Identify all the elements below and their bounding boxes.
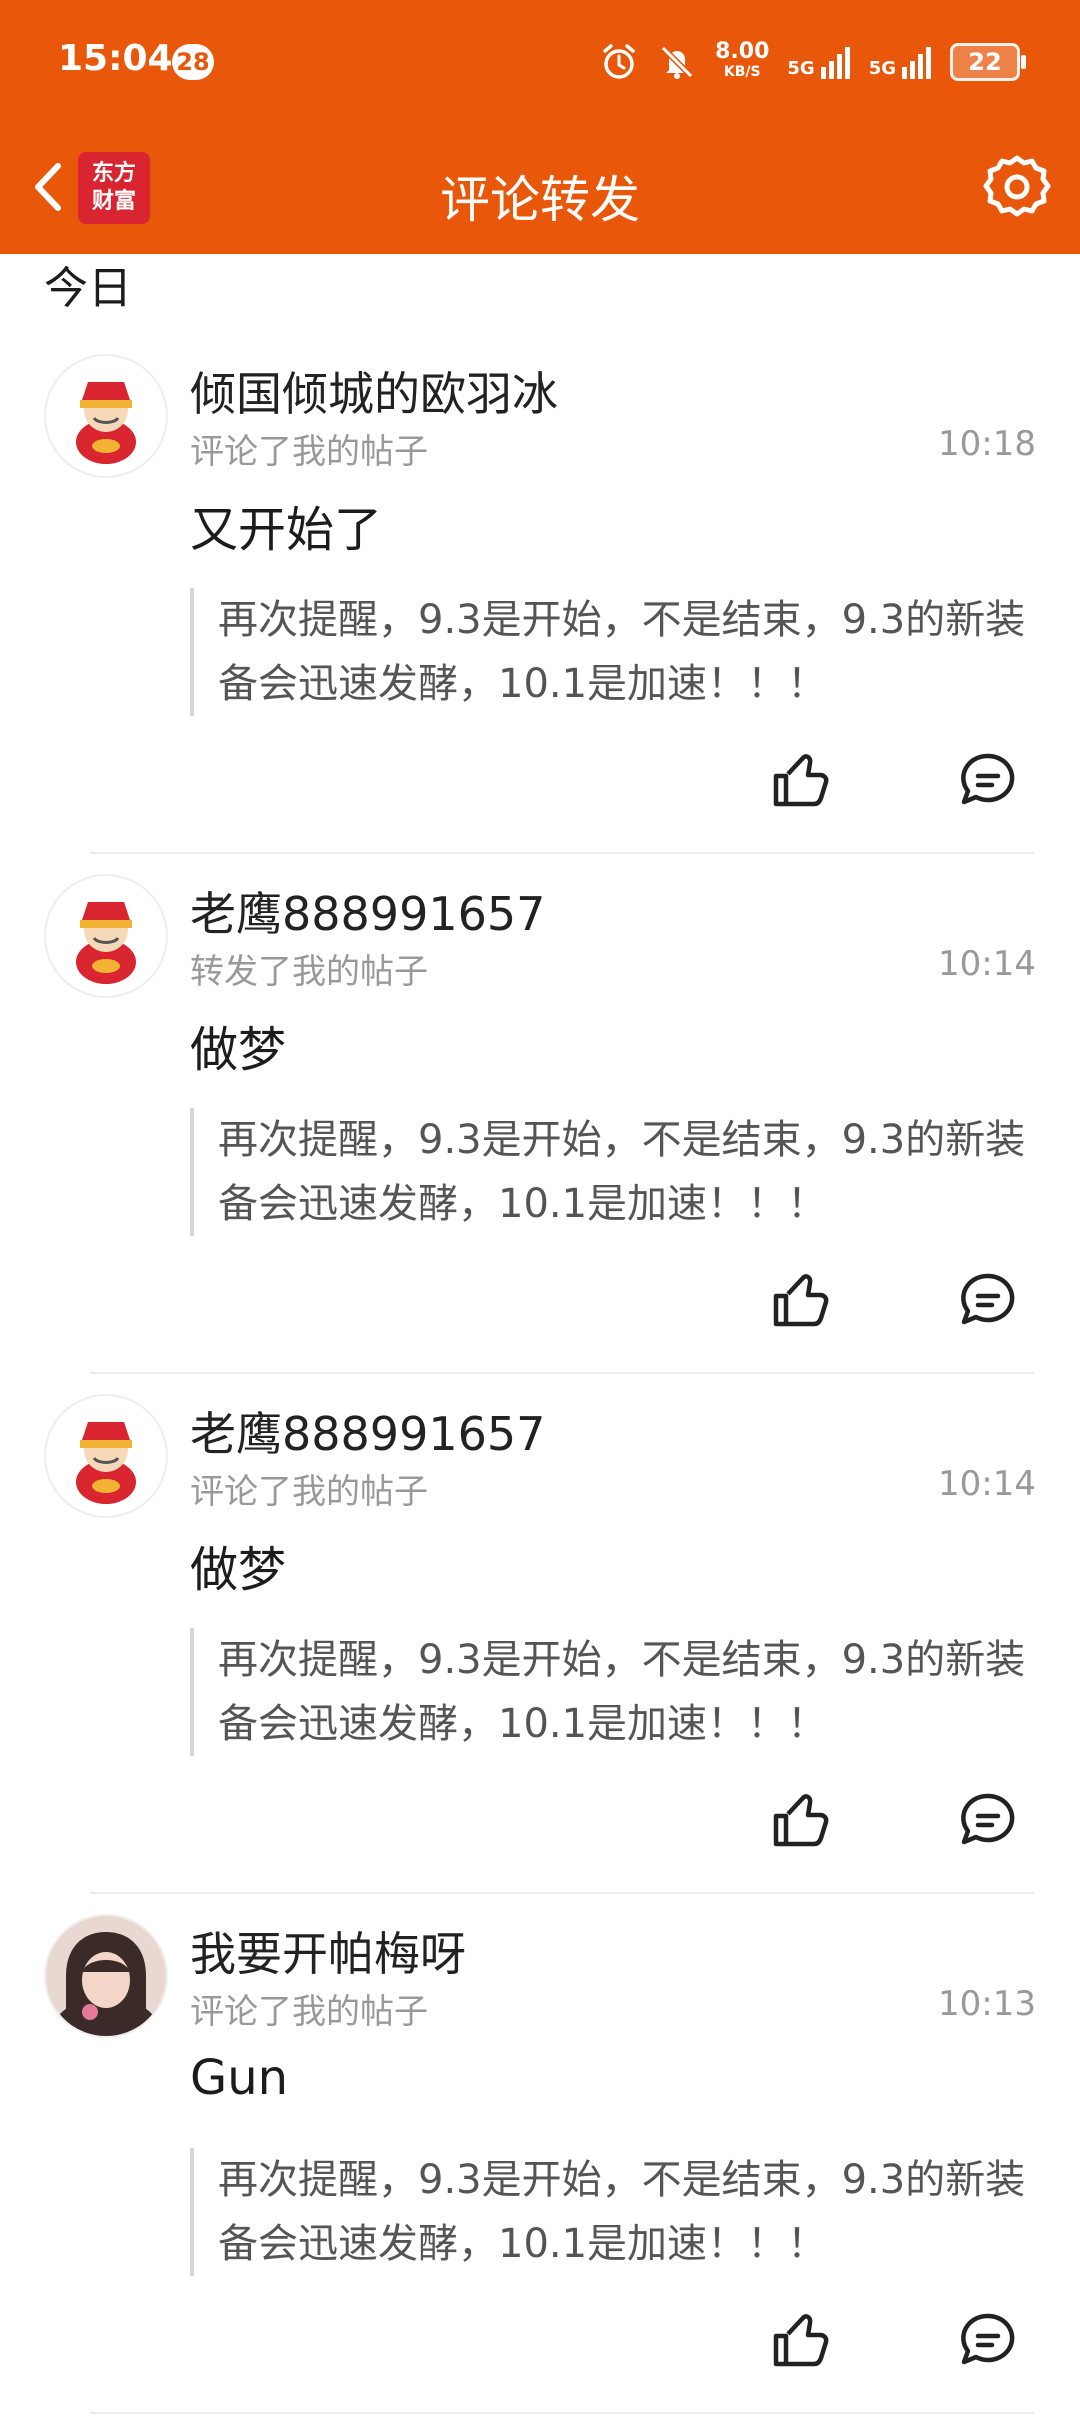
- quoted-post[interactable]: 再次提醒，9.3是开始，不是结束，9.3的新装备会迅速发酵，10.1是加速！！！: [190, 2148, 1038, 2276]
- comment-bubble-icon[interactable]: [958, 750, 1018, 810]
- alarm-icon: [603, 44, 635, 79]
- thumbs-up-icon[interactable]: [770, 750, 830, 810]
- action-text: 评论了我的帖子: [190, 1992, 428, 2032]
- section-label-today: 今日: [44, 263, 132, 314]
- user-name[interactable]: 我要开帕梅呀: [190, 1918, 466, 1984]
- comment-bubble-icon[interactable]: [958, 1270, 1018, 1330]
- timestamp: 10:14: [938, 1464, 1036, 1504]
- page-title: 评论转发: [440, 171, 640, 229]
- status-bar: 15:04 28 8.00 KB/S 5G 5G 22: [0, 0, 1080, 124]
- quoted-post[interactable]: 再次提醒，9.3是开始，不是结束，9.3的新装备会迅速发酵，10.1是加速！！！: [190, 1628, 1038, 1756]
- cartoon-mascot-avatar-icon: [48, 878, 164, 994]
- comment-text[interactable]: Gun: [190, 2050, 288, 2106]
- comment-text[interactable]: 做梦: [190, 1010, 286, 1080]
- cartoon-mascot-avatar-icon: [48, 358, 164, 474]
- user-name[interactable]: 老鹰888991657: [190, 1398, 545, 1464]
- action-text: 评论了我的帖子: [190, 432, 428, 472]
- top-bar: 15:04 28 8.00 KB/S 5G 5G 22 东方 财富 评论转发: [0, 0, 1080, 254]
- signal-2: 5G: [869, 45, 932, 79]
- signal-bars-icon: [820, 47, 850, 79]
- network-speed: 8.00 KB/S: [715, 39, 770, 82]
- action-text: 转发了我的帖子: [190, 952, 428, 992]
- mute-bell-icon: [660, 45, 694, 79]
- avatar[interactable]: [44, 874, 168, 998]
- user-name[interactable]: 老鹰888991657: [190, 878, 545, 944]
- action-text: 评论了我的帖子: [190, 1472, 428, 1512]
- user-name[interactable]: 倾国倾城的欧羽冰: [190, 358, 558, 424]
- notification-item[interactable]: 老鹰888991657 转发了我的帖子 10:14 做梦 再次提醒，9.3是开始…: [0, 874, 1080, 1394]
- timestamp: 10:14: [938, 944, 1036, 984]
- signal-2-label: 5G: [868, 58, 896, 79]
- avatar[interactable]: [44, 1394, 168, 1518]
- timestamp: 10:13: [938, 1984, 1036, 2024]
- signal-bars-icon: [902, 47, 931, 79]
- notification-count-badge: 28: [172, 44, 214, 80]
- comment-text[interactable]: 又开始了: [190, 490, 382, 560]
- divider: [90, 1372, 1034, 1374]
- status-icons: 8.00 KB/S 5G 5G 22: [599, 36, 1026, 88]
- comment-text[interactable]: 做梦: [190, 1530, 286, 1600]
- settings-gear-icon[interactable]: [980, 150, 1054, 224]
- navigation-bar: 东方 财富 评论转发: [0, 124, 1080, 254]
- comment-bubble-icon[interactable]: [958, 1790, 1018, 1850]
- quoted-post[interactable]: 再次提醒，9.3是开始，不是结束，9.3的新装备会迅速发酵，10.1是加速！！！: [190, 1108, 1038, 1236]
- avatar[interactable]: [44, 354, 168, 478]
- comment-bubble-icon[interactable]: [958, 2310, 1018, 2370]
- thumbs-up-icon[interactable]: [770, 1270, 830, 1330]
- divider: [90, 2412, 1034, 2414]
- notification-item[interactable]: 倾国倾城的欧羽冰 评论了我的帖子 10:18 又开始了 再次提醒，9.3是开始，…: [0, 354, 1080, 874]
- network-speed-value: 8.00: [715, 39, 770, 64]
- divider: [90, 1892, 1034, 1894]
- signal-1-label: 5G: [787, 58, 815, 79]
- cartoon-mascot-avatar-icon: [48, 1398, 164, 1514]
- quoted-post[interactable]: 再次提醒，9.3是开始，不是结束，9.3的新装备会迅速发酵，10.1是加速！！！: [190, 588, 1038, 716]
- divider: [90, 852, 1034, 854]
- user-photo-avatar-icon: [46, 1916, 166, 2036]
- signal-1: 5G: [787, 45, 850, 79]
- avatar[interactable]: [44, 1914, 168, 2038]
- notification-item[interactable]: 老鹰888991657 评论了我的帖子 10:14 做梦 再次提醒，9.3是开始…: [0, 1394, 1080, 1914]
- timestamp: 10:18: [938, 424, 1036, 464]
- thumbs-up-icon[interactable]: [770, 2310, 830, 2370]
- thumbs-up-icon[interactable]: [770, 1790, 830, 1850]
- network-speed-unit: KB/S: [723, 64, 761, 80]
- status-time: 15:04: [58, 38, 173, 79]
- notification-item[interactable]: 我要开帕梅呀 评论了我的帖子 10:13 Gun 再次提醒，9.3是开始，不是结…: [0, 1914, 1080, 2434]
- battery-icon: 22: [950, 43, 1026, 81]
